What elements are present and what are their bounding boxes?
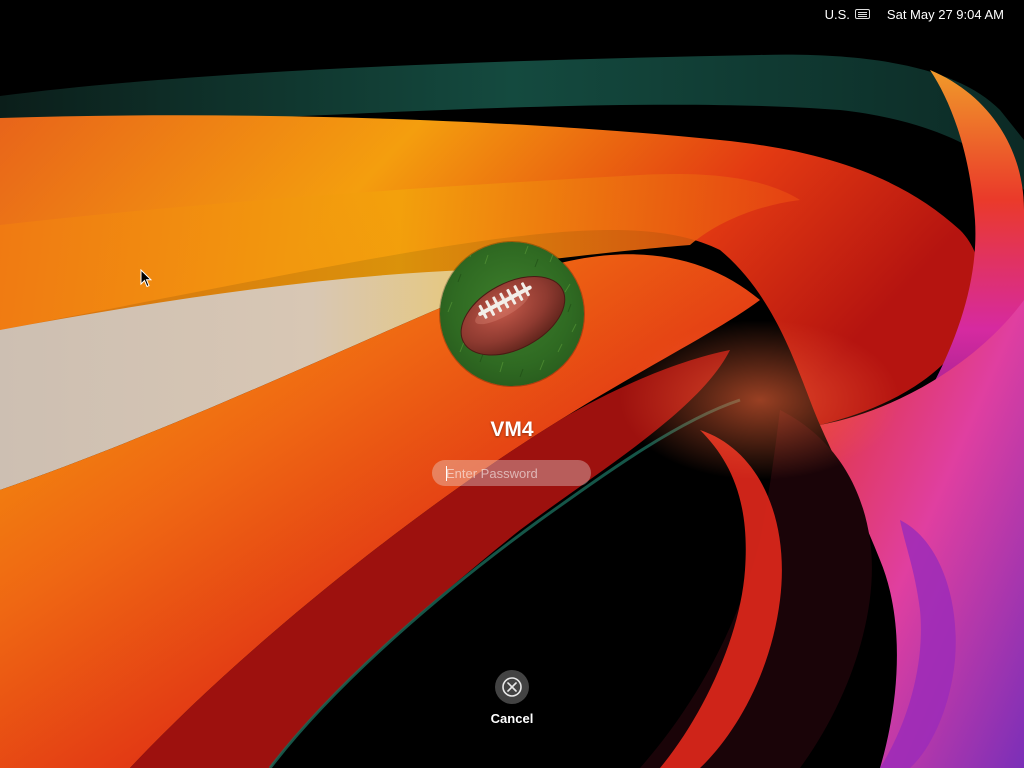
password-field[interactable] bbox=[432, 460, 591, 486]
cancel-button[interactable]: Cancel bbox=[472, 670, 552, 726]
cancel-label: Cancel bbox=[490, 711, 534, 726]
clock: Sat May 27 9:04 AM bbox=[886, 6, 1004, 22]
username: VM4 bbox=[490, 418, 534, 441]
football-icon bbox=[447, 245, 577, 378]
close-circle-icon bbox=[495, 670, 529, 704]
input-source-label: U.S. bbox=[824, 6, 850, 22]
mouse-pointer-icon bbox=[140, 269, 152, 288]
text-caret bbox=[446, 466, 447, 481]
input-source-menu[interactable]: U.S. bbox=[825, 7, 870, 22]
user-avatar[interactable] bbox=[440, 242, 584, 386]
status-bar: U.S. Sat May 27 9:04 AM bbox=[825, 0, 1024, 28]
login-screen: U.S. Sat May 27 9:04 AM VM4 Cancel bbox=[0, 0, 1024, 768]
keyboard-icon bbox=[854, 9, 870, 19]
